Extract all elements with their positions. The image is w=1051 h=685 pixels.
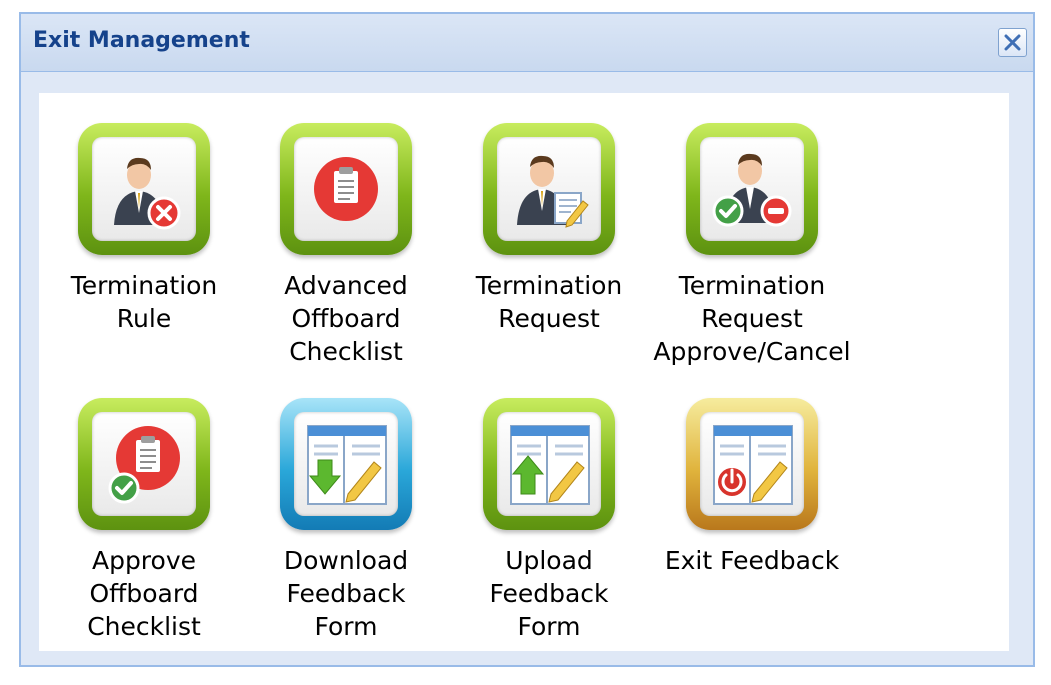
tile-icon-frame[interactable]: [280, 123, 412, 255]
approve-checklist-icon: [108, 426, 180, 504]
tile-label: Upload Feedback Form: [489, 546, 609, 641]
tile-download-feedback-form[interactable]: Download Feedback Form: [241, 398, 451, 643]
tile-icon-frame[interactable]: [686, 123, 818, 255]
window-titlebar[interactable]: Exit Management: [21, 14, 1033, 72]
tile-label: Download Feedback Form: [283, 546, 409, 641]
tile-label: Termination Request Approve/Cancel: [653, 271, 851, 366]
tile-icon-frame[interactable]: [78, 398, 210, 530]
close-icon: [1004, 34, 1021, 51]
tile-upload-feedback-form[interactable]: Upload Feedback Form: [444, 398, 654, 643]
tile-termination-request-approve-cancel[interactable]: Termination Request Approve/Cancel: [647, 123, 857, 368]
tile-termination-request[interactable]: Termination Request: [444, 123, 654, 335]
termination-rule-icon: [114, 157, 181, 230]
window-title: Exit Management: [33, 28, 250, 53]
approve-cancel-icon: [712, 153, 792, 227]
tile-label: Termination Rule: [70, 271, 218, 333]
download-form-icon: [307, 425, 387, 505]
tile-icon-frame[interactable]: [483, 398, 615, 530]
tile-icon-frame[interactable]: [78, 123, 210, 255]
tile-label: Advanced Offboard Checklist: [284, 271, 408, 366]
tile-label: Approve Offboard Checklist: [87, 546, 201, 641]
tile-termination-rule[interactable]: Termination Rule: [39, 123, 249, 335]
module-panel: Termination Rule Advanced Offboard Check…: [39, 93, 1009, 651]
exit-feedback-icon: [713, 425, 793, 505]
termination-request-icon: [517, 155, 589, 228]
upload-form-icon: [510, 425, 590, 505]
clipboard-icon: [314, 157, 378, 221]
tile-label: Exit Feedback: [664, 546, 840, 575]
exit-management-window: Exit Management Termination Rule Advance…: [19, 12, 1035, 667]
tile-exit-feedback[interactable]: Exit Feedback: [647, 398, 857, 577]
tile-approve-offboard-checklist[interactable]: Approve Offboard Checklist: [39, 398, 249, 643]
tile-advanced-offboard-checklist[interactable]: Advanced Offboard Checklist: [241, 123, 451, 368]
tile-icon-frame[interactable]: [686, 398, 818, 530]
tile-icon-frame[interactable]: [483, 123, 615, 255]
tile-label: Termination Request: [475, 271, 623, 333]
close-button[interactable]: [998, 28, 1027, 57]
tile-icon-frame[interactable]: [280, 398, 412, 530]
